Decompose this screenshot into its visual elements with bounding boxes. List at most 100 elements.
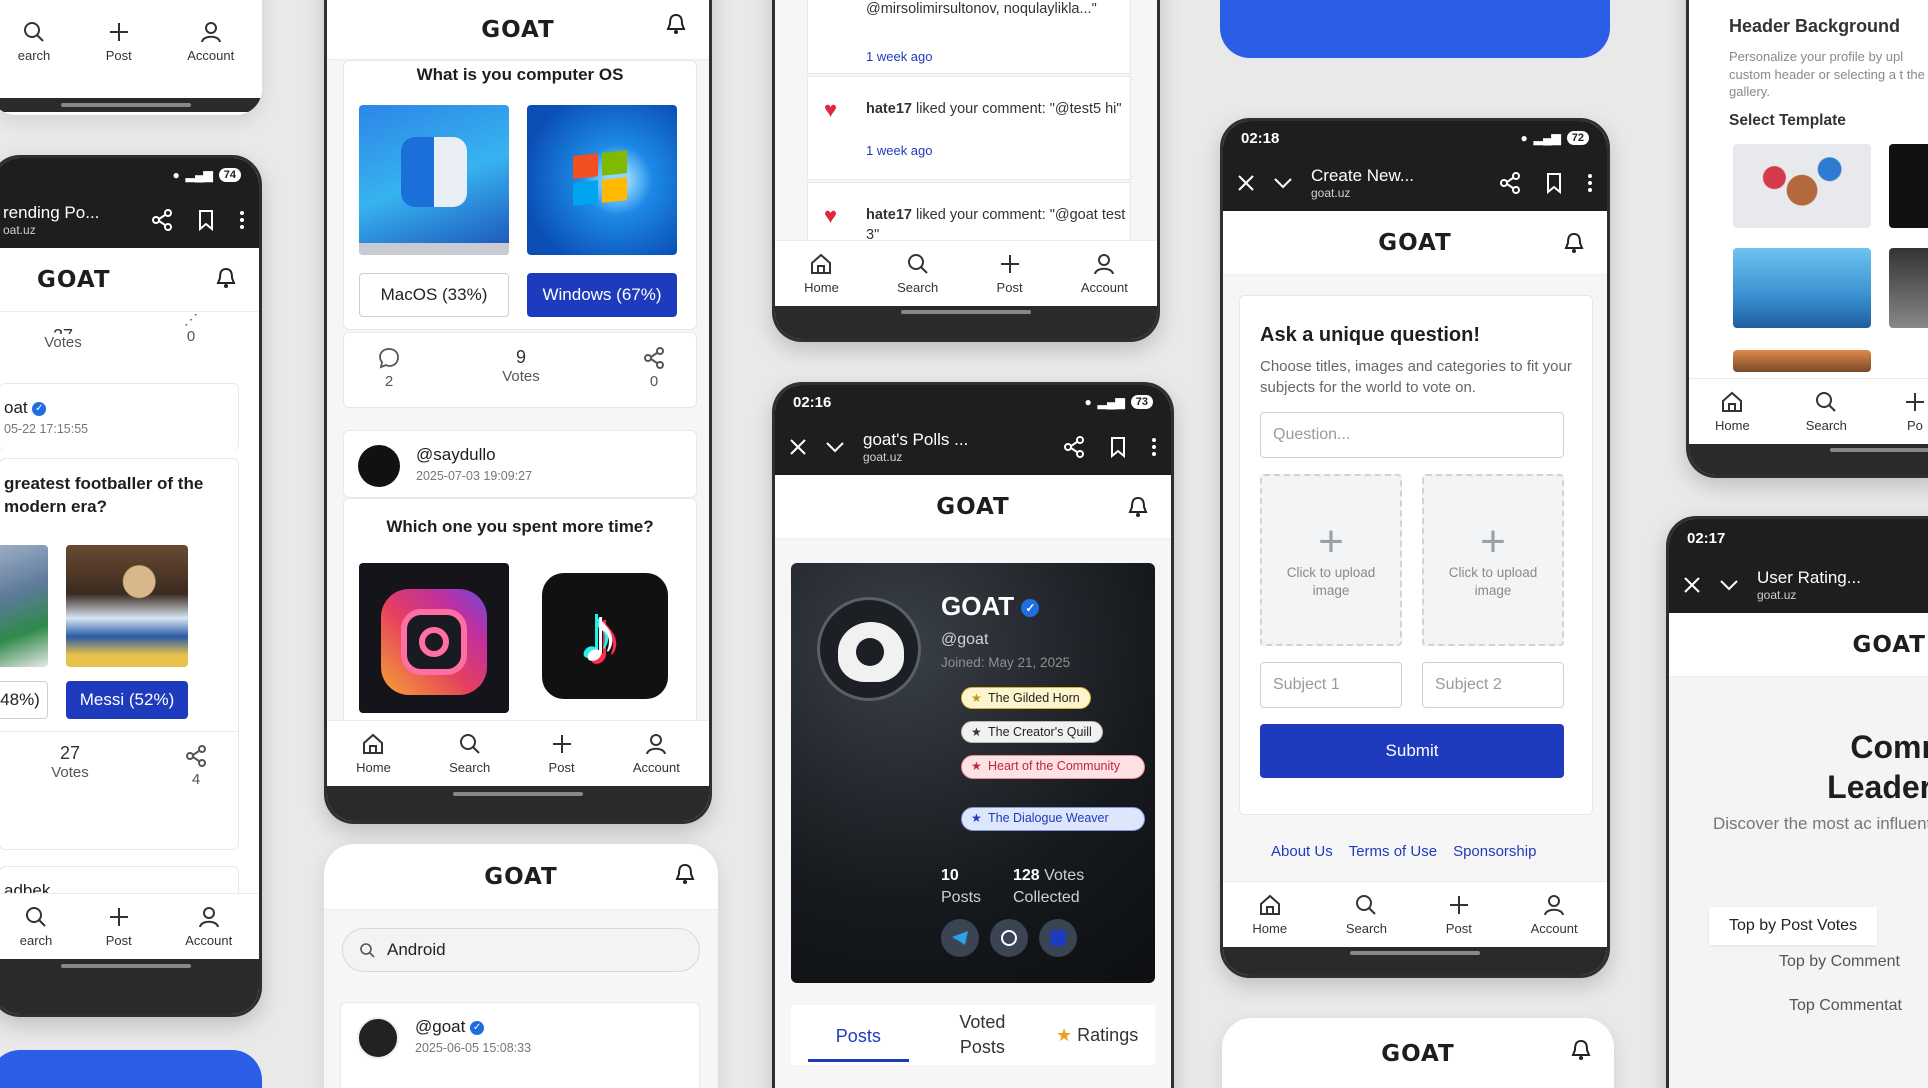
close-icon[interactable] (1237, 174, 1255, 192)
nav-account[interactable]: Account (185, 905, 232, 948)
nav-search[interactable]: Search (897, 252, 938, 295)
submit-button[interactable]: Submit (1260, 724, 1564, 778)
nav-post[interactable]: Post (106, 905, 132, 948)
upload-image-1[interactable]: + Click to upload image (1260, 474, 1402, 646)
posts-count: 10 Posts (941, 867, 982, 907)
close-icon[interactable] (789, 438, 807, 456)
nav-home[interactable]: Home (1252, 893, 1287, 936)
tab-top-post-votes[interactable]: Top by Post Votes (1709, 907, 1878, 945)
nav-post[interactable]: Post (549, 732, 575, 775)
nav-search[interactable]: Search (1346, 893, 1387, 936)
chevron-down-icon[interactable] (1719, 578, 1739, 592)
home-icon (1720, 390, 1744, 414)
question-input[interactable]: Question... (1260, 412, 1564, 458)
tab-ratings[interactable]: ★ Ratings (1056, 1025, 1138, 1046)
macos-option-button[interactable]: MacOS (33%) (359, 273, 509, 317)
badge-creators-quill[interactable]: ★ The Creator's Quill (961, 721, 1103, 743)
post-author-row[interactable]: oat ✓ 05-22 17:15:55 (0, 383, 239, 451)
bell-icon[interactable] (1563, 231, 1585, 255)
nav-post[interactable]: Post (106, 20, 132, 63)
comment-stat[interactable]: 2 (364, 347, 414, 390)
bookmark-icon[interactable] (1109, 436, 1127, 458)
template-thumbnail-4[interactable] (1889, 248, 1928, 328)
share-stat[interactable]: 4 (176, 745, 216, 788)
about-link[interactable]: About Us (1271, 843, 1333, 860)
nav-post[interactable]: Post (997, 252, 1023, 295)
nav-account[interactable]: Account (187, 20, 234, 63)
share-icon[interactable] (1063, 436, 1085, 458)
instagram-image[interactable] (359, 563, 509, 713)
subject-2-input[interactable]: Subject 2 (1422, 662, 1564, 708)
notification-item[interactable]: @mirsolimirsultonov, noqulaylikla..." 1 … (807, 0, 1131, 74)
nav-home[interactable]: Home (1715, 390, 1750, 433)
chevron-down-icon[interactable] (1273, 176, 1293, 190)
bell-icon[interactable] (674, 862, 696, 886)
location-icon: ● (1520, 131, 1528, 145)
instagram-icon (381, 589, 487, 695)
badge-dialogue-weaver[interactable]: ★ The Dialogue Weaver (961, 807, 1145, 831)
upload-image-2[interactable]: + Click to upload image (1422, 474, 1564, 646)
macos-image[interactable] (359, 105, 509, 255)
os-poll-stats: 2 9 Votes 0 (343, 332, 697, 408)
bell-icon[interactable] (665, 12, 687, 36)
tab-posts[interactable]: Posts (807, 1008, 909, 1062)
nav-post[interactable]: Post (1446, 893, 1472, 936)
template-thumbnail-1[interactable] (1733, 144, 1871, 228)
nav-home[interactable]: Home (804, 252, 839, 295)
bookmark-icon[interactable] (197, 209, 215, 231)
notification-item[interactable]: ♥ hate17 liked your comment: "@test5 hi"… (807, 76, 1131, 180)
bell-icon[interactable] (1570, 1038, 1592, 1062)
profile-name: GOAT (941, 591, 1015, 621)
badge-gilded-horn[interactable]: ★ The Gilded Horn (961, 687, 1091, 709)
telegram-icon[interactable] (941, 919, 979, 957)
linkedin-icon[interactable] (1039, 919, 1077, 957)
tab-top-comment[interactable]: Top by Comment (1779, 953, 1900, 971)
nav-account[interactable]: Account (1531, 893, 1578, 936)
share-icon[interactable] (151, 209, 173, 231)
share-stat[interactable]: 0 (634, 347, 674, 390)
tab-top-commentators[interactable]: Top Commentat (1789, 997, 1902, 1015)
template-thumbnail-2[interactable] (1889, 144, 1928, 228)
plus-icon (998, 252, 1022, 276)
template-thumbnail-5[interactable] (1733, 350, 1871, 372)
windows-image[interactable] (527, 105, 677, 255)
nav-post[interactable]: Po (1903, 390, 1927, 433)
github-icon[interactable] (990, 919, 1028, 957)
badge-heart-community[interactable]: ★ Heart of the Community (961, 755, 1145, 779)
nav-account[interactable]: Account (1081, 252, 1128, 295)
star-icon: ★ (971, 759, 982, 774)
footballer-image-left[interactable] (0, 545, 48, 667)
location-icon: ● (172, 168, 180, 182)
user-icon (1092, 252, 1116, 276)
more-vertical-icon[interactable] (1587, 172, 1593, 194)
tiktok-image[interactable]: ♪ (542, 573, 668, 699)
subject-1-input[interactable]: Subject 1 (1260, 662, 1402, 708)
nav-account[interactable]: Account (633, 732, 680, 775)
bell-icon[interactable] (215, 266, 237, 290)
nav-search[interactable]: Search (1806, 390, 1847, 433)
bookmark-icon[interactable] (1545, 172, 1563, 194)
option-messi-button[interactable]: Messi (52%) (66, 681, 188, 719)
share-stat-top[interactable]: ⋰ 0 (171, 311, 211, 345)
bell-icon[interactable] (1127, 495, 1149, 519)
nav-search[interactable]: earch (20, 905, 52, 948)
terms-link[interactable]: Terms of Use (1349, 843, 1437, 860)
search-result-card[interactable]: @goat ✓ 2025-06-05 15:08:33 (340, 1002, 700, 1088)
chevron-down-icon[interactable] (825, 440, 845, 454)
nav-home[interactable]: Home (356, 732, 391, 775)
post-author-row[interactable]: @saydullo 2025-07-03 19:09:27 (343, 430, 697, 498)
more-vertical-icon[interactable] (239, 209, 245, 231)
nav-search[interactable]: earch (18, 20, 50, 63)
nav-search[interactable]: Search (449, 732, 490, 775)
close-icon[interactable] (1683, 576, 1701, 594)
search-input[interactable]: Android (342, 928, 700, 972)
more-vertical-icon[interactable] (1151, 436, 1157, 458)
browser-bar: rending Po... oat.uz (0, 192, 259, 248)
tab-voted-posts[interactable]: Voted Posts (942, 1010, 1022, 1060)
share-icon[interactable] (1499, 172, 1521, 194)
template-thumbnail-3[interactable] (1733, 248, 1871, 328)
messi-image[interactable] (66, 545, 188, 667)
option-left-button[interactable]: 48%) (0, 681, 48, 719)
sponsorship-link[interactable]: Sponsorship (1453, 843, 1536, 860)
windows-option-button[interactable]: Windows (67%) (527, 273, 677, 317)
